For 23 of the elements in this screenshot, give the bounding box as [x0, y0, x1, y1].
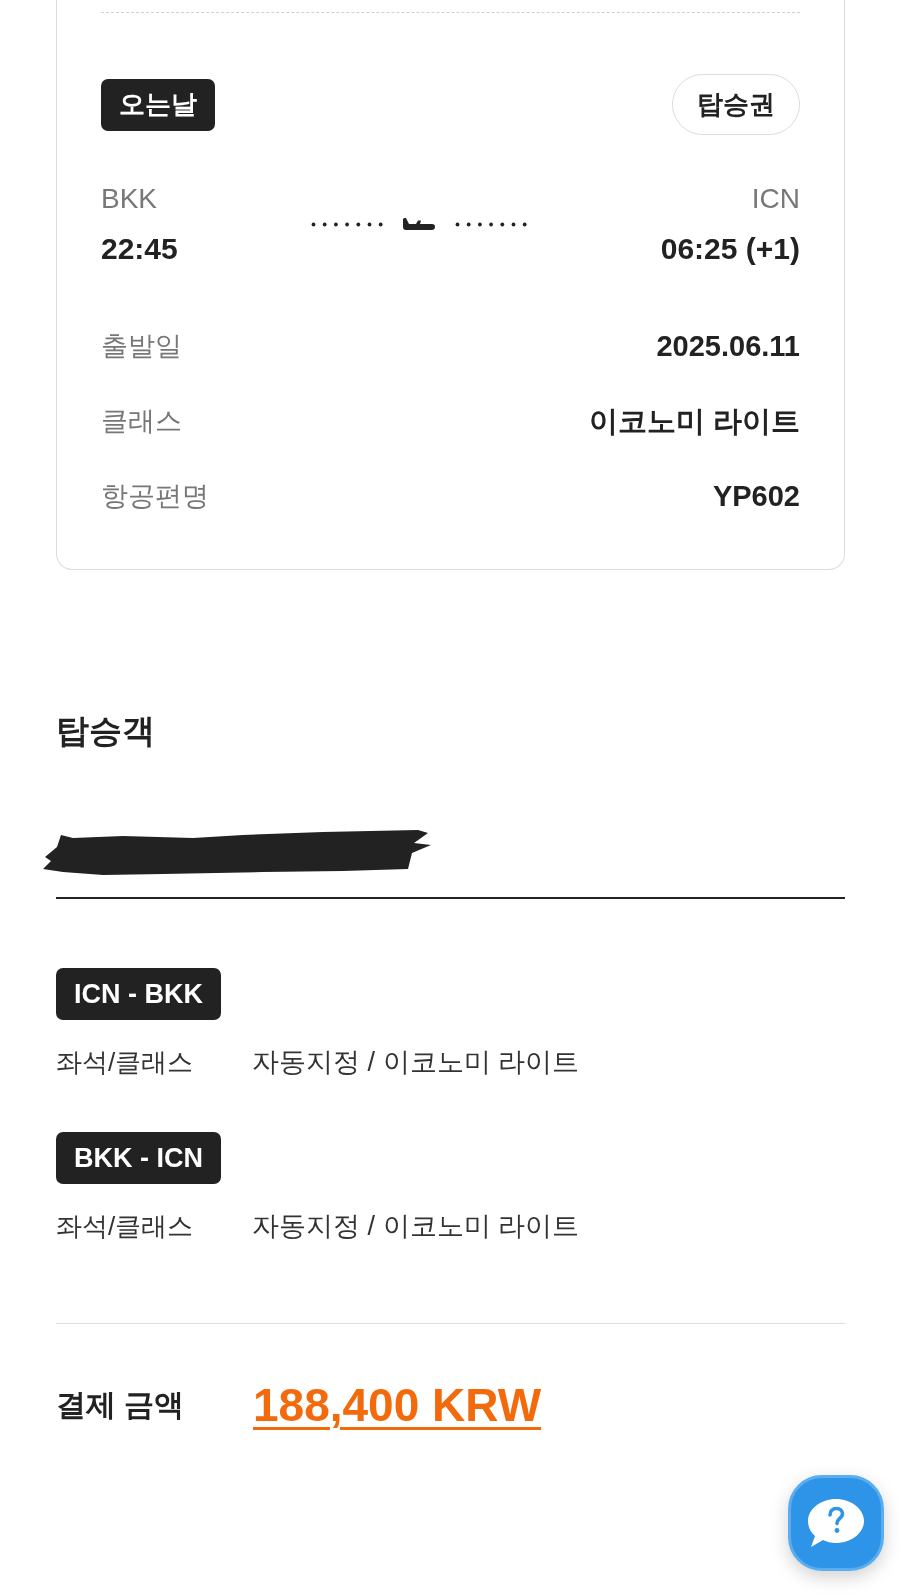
boarding-pass-button[interactable]: 탑승권 [672, 74, 800, 135]
detail-value: 2025.06.11 [656, 329, 800, 364]
question-bubble-icon [807, 1498, 865, 1548]
departure-time: 22:45 [101, 232, 178, 266]
detail-label: 항공편명 [101, 480, 209, 513]
seat-class-value: 자동지정 / 이코노미 라이트 [252, 1046, 579, 1079]
detail-label: 출발일 [101, 330, 182, 363]
detail-label: 클래스 [101, 405, 182, 438]
departure-airport-code: BKK [101, 182, 158, 216]
help-button[interactable] [788, 1475, 884, 1571]
seat-class-label: 좌석/클래스 [56, 1046, 195, 1079]
detail-value: 이코노미 라이트 [588, 404, 800, 439]
arrival-time: 06:25 (+1) [660, 232, 800, 266]
trip-badge: 오는날 [101, 78, 215, 131]
payment-label: 결제 금액 [56, 1387, 186, 1423]
airplane-icon [403, 218, 436, 230]
detail-value: YP602 [712, 479, 800, 514]
route-badge: BKK - ICN [56, 1132, 221, 1184]
arrival-airport-code: ICN [751, 182, 800, 216]
section-title: 탑승객 [56, 711, 156, 751]
route-badge: ICN - BKK [56, 968, 221, 1020]
seat-class-value: 자동지정 / 이코노미 라이트 [252, 1210, 579, 1243]
seat-class-label: 좌석/클래스 [56, 1210, 195, 1243]
